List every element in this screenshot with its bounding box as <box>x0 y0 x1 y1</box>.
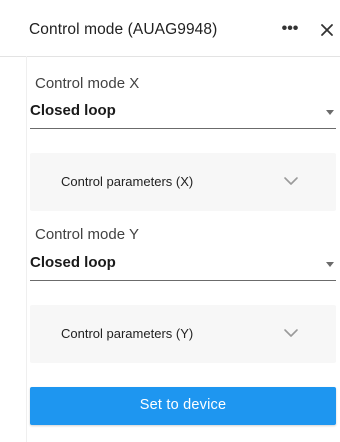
control-mode-y-select[interactable]: Closed loop <box>30 252 336 281</box>
control-mode-y-value: Closed loop <box>30 254 116 271</box>
chevron-down-icon <box>283 325 299 341</box>
control-mode-x-value: Closed loop <box>30 102 116 119</box>
panel-title: Control mode (AUAG9948) <box>29 21 218 38</box>
control-parameters-y-accordion[interactable]: Control parameters (Y) <box>30 305 336 363</box>
chevron-down-icon-glyph <box>284 329 298 337</box>
set-to-device-button[interactable]: Set to device <box>30 387 336 425</box>
set-to-device-label: Set to device <box>139 397 227 413</box>
control-mode-x-label: Control mode X <box>35 75 140 92</box>
panel-header: Control mode (AUAG9948) ••• <box>0 12 340 57</box>
control-mode-panel: Control mode (AUAG9948) ••• Control mode… <box>0 0 340 442</box>
control-parameters-y-label: Control parameters (Y) <box>61 326 194 341</box>
chevron-down-icon-glyph <box>284 177 298 185</box>
close-icon[interactable] <box>316 19 338 41</box>
panel-divider <box>26 56 27 442</box>
more-options-icon[interactable]: ••• <box>279 18 301 40</box>
control-mode-y-label: Control mode Y <box>35 226 139 243</box>
chevron-down-icon <box>283 173 299 189</box>
control-parameters-x-label: Control parameters (X) <box>61 174 194 189</box>
dropdown-arrow-icon <box>326 262 334 267</box>
close-icon-glyph <box>321 24 333 36</box>
control-mode-x-select[interactable]: Closed loop <box>30 100 336 129</box>
control-parameters-x-accordion[interactable]: Control parameters (X) <box>30 153 336 211</box>
dropdown-arrow-icon <box>326 110 334 115</box>
